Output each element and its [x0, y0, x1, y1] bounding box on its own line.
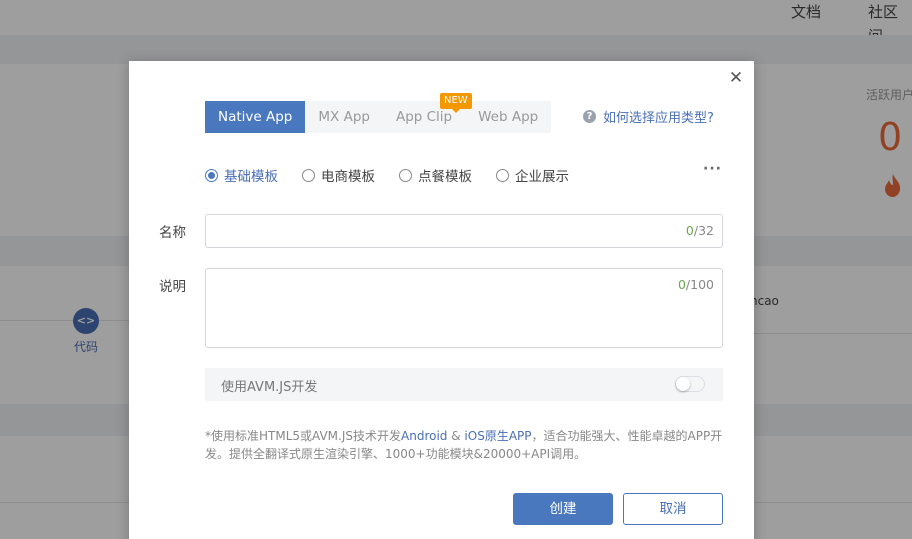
avm-toggle[interactable]	[675, 376, 705, 392]
tab-web-app[interactable]: Web App	[465, 101, 551, 133]
template-label: 基础模板	[224, 169, 278, 185]
toggle-knob	[676, 377, 690, 391]
template-label: 企业展示	[515, 169, 569, 185]
create-button[interactable]: 创建	[513, 493, 613, 525]
description-textarea[interactable]: 0/100	[205, 268, 723, 348]
avm-option-row: 使用AVM.JS开发	[205, 368, 723, 401]
template-radio-group: 基础模板 电商模板 点餐模板 企业展示	[205, 165, 593, 185]
avm-label: 使用AVM.JS开发	[221, 380, 318, 395]
template-enterprise[interactable]: 企业展示	[496, 165, 569, 185]
radio-button[interactable]	[399, 168, 412, 182]
name-input[interactable]: 0/32	[205, 214, 723, 248]
android-link: Android	[401, 429, 448, 443]
description-label: 说明	[159, 279, 186, 295]
tab-mx-app[interactable]: MX App	[305, 101, 383, 133]
radio-button[interactable]	[302, 168, 315, 182]
template-basic[interactable]: 基础模板	[205, 165, 278, 185]
close-icon[interactable]: ✕	[728, 70, 744, 87]
name-char-counter: 0/32	[685, 223, 714, 238]
template-label: 电商模板	[321, 169, 375, 185]
help-link-text: 如何选择应用类型?	[603, 111, 714, 126]
ios-link: iOS原生APP	[464, 429, 532, 443]
description-note: *使用标准HTML5或AVM.JS技术开发Android & iOS原生APP，…	[205, 429, 723, 461]
tab-native-app[interactable]: Native App	[205, 101, 306, 133]
description-char-counter: 0/100	[677, 277, 714, 292]
app-type-tabs: Native App MX App App Clip Web App	[205, 101, 552, 133]
cancel-button[interactable]: 取消	[623, 493, 723, 525]
more-templates-icon[interactable]: ···	[703, 161, 722, 177]
new-badge: NEW	[440, 93, 472, 113]
radio-button[interactable]	[496, 168, 509, 182]
app-type-help-link[interactable]: ? 如何选择应用类型?	[583, 107, 714, 126]
question-icon: ?	[583, 110, 596, 123]
name-label: 名称	[159, 225, 186, 241]
template-label: 点餐模板	[418, 169, 472, 185]
template-ordering[interactable]: 点餐模板	[399, 165, 472, 185]
template-ecommerce[interactable]: 电商模板	[302, 165, 375, 185]
radio-button[interactable]	[205, 168, 218, 182]
create-app-dialog: ✕ Native App MX App App Clip Web App NEW…	[129, 61, 754, 539]
